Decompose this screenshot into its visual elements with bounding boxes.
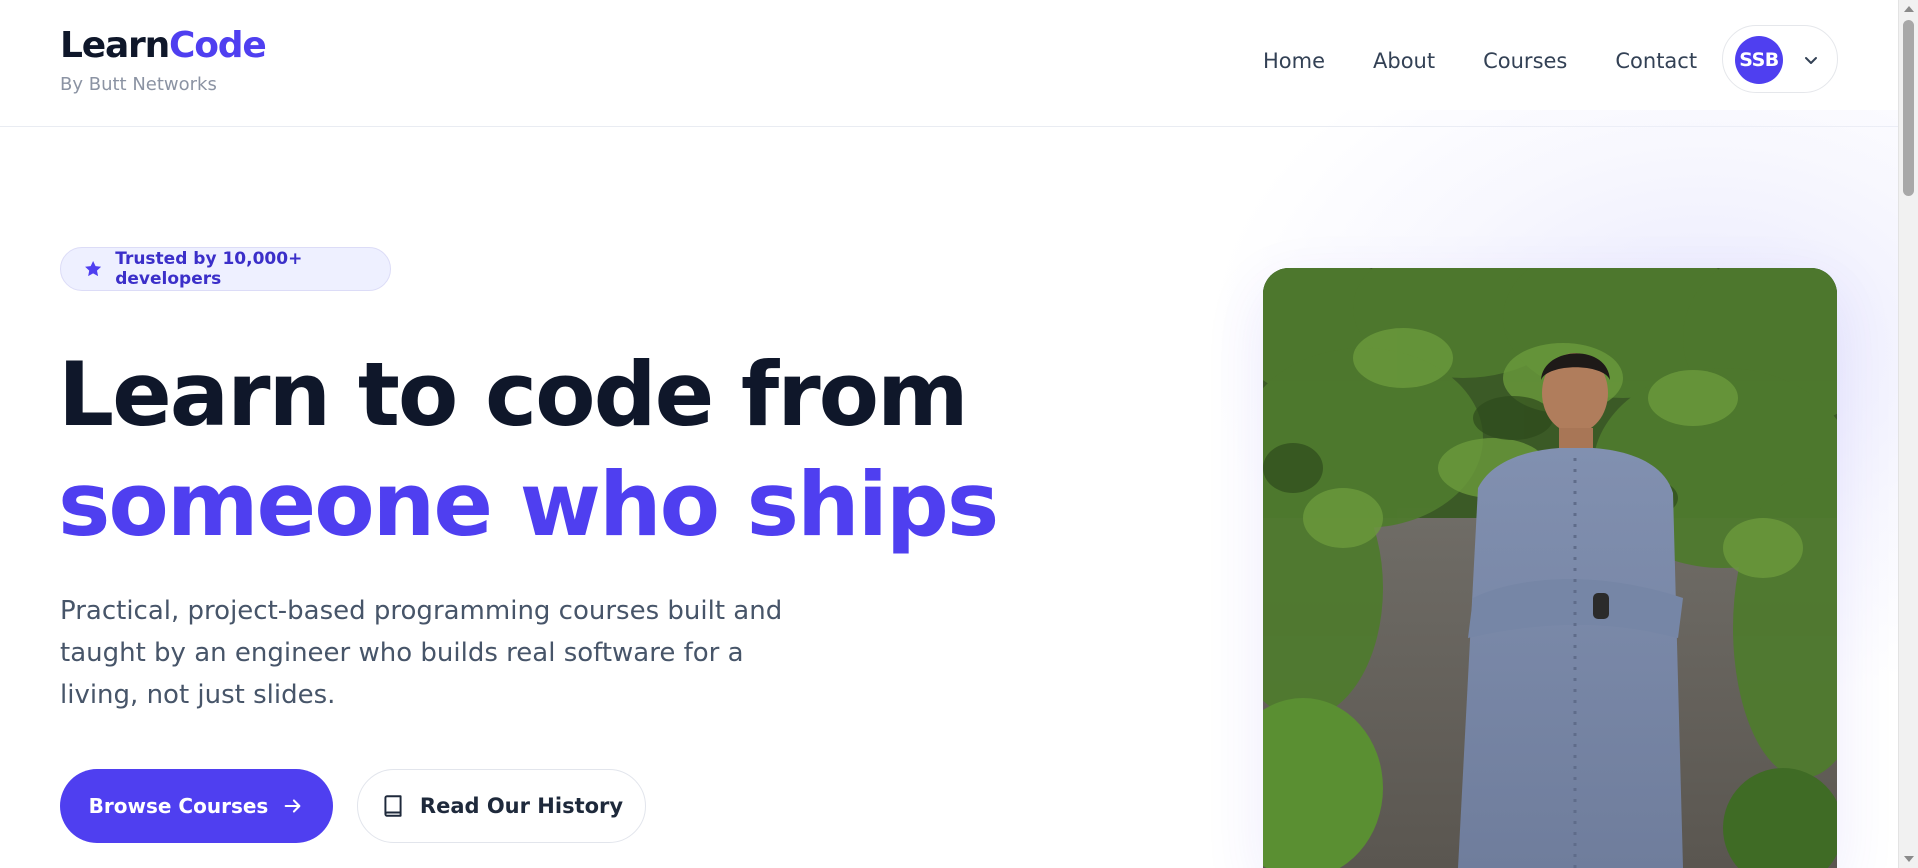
hero-photo (1263, 268, 1837, 868)
hero-subtitle: Practical, project-based programming cou… (60, 596, 783, 710)
brand-name-code: Code (169, 25, 267, 66)
browse-courses-label: Browse Courses (88, 794, 269, 818)
read-history-label: Read Our History (419, 794, 624, 818)
headline-line-1: Learn to code from (58, 343, 969, 446)
brand-subtitle: By Butt Networks (60, 74, 217, 95)
user-menu-button[interactable]: SSB (1722, 25, 1838, 93)
nav-link-contact[interactable]: Contact (1615, 47, 1697, 75)
site-header: LearnCode By Butt Networks Home About Co… (0, 0, 1898, 127)
nav-link-home[interactable]: Home (1263, 47, 1325, 75)
headline-line-2: someone who ships (58, 453, 999, 556)
brand-name-learn: Learn (60, 25, 170, 66)
trust-badge: Trusted by 10,000+ developers (60, 247, 391, 291)
chevron-down-icon (1805, 57, 1817, 64)
brand-logo[interactable]: LearnCode (60, 24, 267, 68)
hero-photo-illustration (1263, 268, 1837, 868)
scrollbar-thumb[interactable] (1903, 20, 1914, 196)
page-scrollbar[interactable] (1898, 0, 1918, 868)
scroll-down-arrow-icon[interactable] (1904, 856, 1914, 862)
browse-courses-button[interactable]: Browse Courses (60, 769, 333, 843)
scroll-up-arrow-icon[interactable] (1904, 6, 1914, 12)
book-icon (384, 795, 402, 817)
nav-link-courses[interactable]: Courses (1483, 47, 1567, 75)
nav-link-about[interactable]: About (1373, 47, 1435, 75)
arrow-right-icon (284, 799, 301, 813)
brand[interactable]: LearnCode By Butt Networks (60, 24, 267, 95)
main-nav: Home About Courses Contact (1263, 47, 1697, 75)
trust-badge-text: Trusted by 10,000+ developers (115, 249, 303, 289)
read-history-button[interactable]: Read Our History (357, 769, 646, 843)
star-icon (85, 260, 102, 277)
avatar: SSB (1735, 36, 1783, 84)
hero-headline: Learn to code from someone who ships (58, 340, 1058, 560)
